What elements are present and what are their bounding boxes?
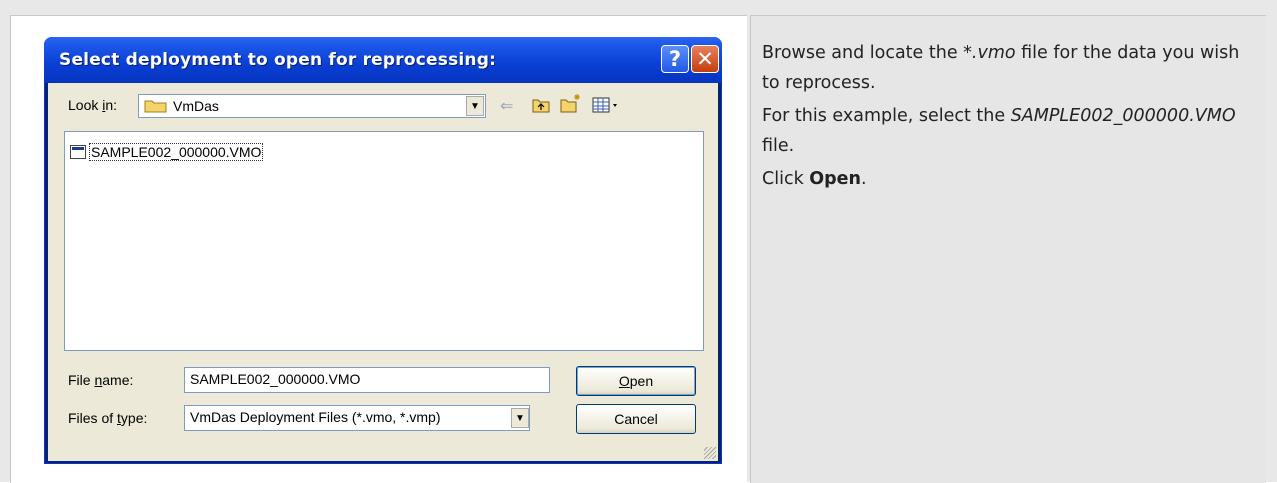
file-icon [70, 145, 86, 159]
look-in-combo[interactable]: VmDas ▼ [138, 94, 486, 118]
up-folder-icon[interactable] [532, 97, 550, 113]
dialog-titlebar[interactable]: Select deployment to open for reprocessi… [44, 37, 722, 83]
file-name-field[interactable]: SAMPLE002_000000.VMO [184, 367, 550, 393]
dialog-title: Select deployment to open for reprocessi… [59, 50, 497, 70]
sample-file-name: SAMPLE002_000000.VMO [1010, 106, 1236, 126]
file-list[interactable]: SAMPLE002_000000.VMO [64, 131, 704, 351]
open-file-dialog: Select deployment to open for reprocessi… [44, 37, 722, 464]
open-button[interactable]: Open [576, 366, 696, 396]
document-table: Select deployment to open for reprocessi… [0, 0, 1277, 483]
file-name-label: File name: [68, 372, 134, 388]
look-in-value: VmDas [173, 98, 219, 114]
open-keyword: Open [809, 169, 861, 189]
look-in-label: Look in: [68, 97, 118, 113]
file-name-text: SAMPLE002_000000.VMO [89, 143, 264, 161]
new-folder-icon[interactable] [560, 93, 582, 113]
instruction-step-3: Click Open. [762, 164, 1257, 194]
text: file. [762, 136, 795, 156]
instruction-step-2: For this example, select the SAMPLE002_0… [762, 101, 1257, 161]
chevron-down-icon[interactable]: ▼ [466, 96, 484, 116]
folder-icon [144, 100, 167, 113]
text: Browse and locate the [762, 43, 964, 63]
vmo-extension: *.vmo [963, 43, 1016, 63]
cancel-button[interactable]: Cancel [576, 404, 696, 434]
files-of-type-select[interactable]: VmDas Deployment Files (*.vmo, *.vmp) [184, 405, 530, 431]
instruction-step-1: Browse and locate the *.vmo file for the… [762, 38, 1257, 98]
text: For this example, select the [762, 106, 1011, 126]
resize-grip[interactable] [704, 447, 716, 459]
view-menu-icon[interactable] [592, 97, 620, 113]
help-button[interactable]: ? [661, 45, 689, 73]
table-edge [1266, 8, 1277, 482]
text: Click [762, 169, 810, 189]
close-button[interactable]: ✕ [691, 45, 719, 73]
list-item[interactable]: SAMPLE002_000000.VMO [70, 143, 264, 161]
chevron-down-icon[interactable]: ▼ [511, 408, 529, 428]
text: . [861, 169, 867, 189]
files-of-type-label: Files of type: [68, 410, 148, 426]
files-of-type-value: VmDas Deployment Files (*.vmo, *.vmp) [190, 409, 441, 425]
back-arrow-icon[interactable]: ⇐ [500, 96, 513, 116]
close-icon: ✕ [696, 47, 714, 71]
dialog-client: Look in: VmDas ▼ ⇐ SAMPLE002_000000.VMO … [48, 83, 718, 461]
instructions: Browse and locate the *.vmo file for the… [762, 38, 1257, 197]
help-icon: ? [668, 47, 682, 71]
